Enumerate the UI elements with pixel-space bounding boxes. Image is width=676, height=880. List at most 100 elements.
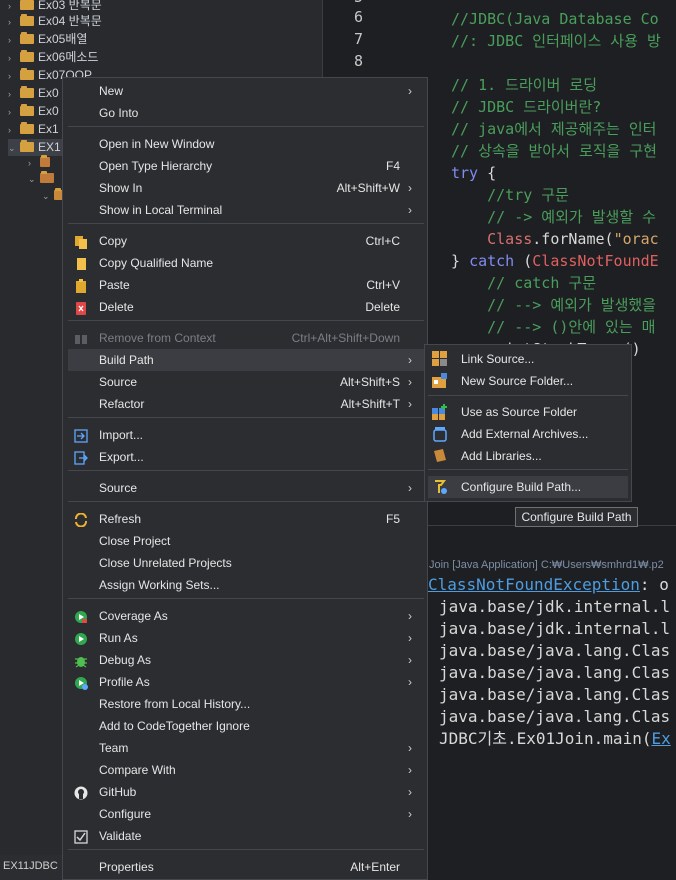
menu-item-open-type-hierarchy[interactable]: Open Type Hierarchy F4 [68,155,424,177]
console-text: java.base/java.lang.Clas [439,663,671,682]
tree-item[interactable]: › Ex05배열 [8,31,87,48]
link-source-icon [432,351,448,367]
project-folder-icon [20,68,34,80]
menu-item-configure[interactable]: Configure › [68,803,424,825]
menu-item-build-path[interactable]: Build Path › [68,349,424,371]
menu-item-paste[interactable]: Paste Ctrl+V [68,274,424,296]
copy-icon [74,234,88,249]
submenu-arrow-icon: › [408,397,412,411]
menu-item-label: Open Type Hierarchy [99,159,213,173]
console-link[interactable]: Ex [651,729,670,748]
console-line: ClassNotFoundException: o [428,575,669,595]
expand-arrow-icon[interactable]: › [8,32,20,49]
tree-item[interactable]: › Ex03 반복문 [8,0,102,14]
menu-item-show-in-local-terminal[interactable]: Show in Local Terminal › [68,199,424,221]
menu-item-team[interactable]: Team › [68,737,424,759]
menu-item-github[interactable]: GitHub › [68,781,424,803]
expand-arrow-icon[interactable]: › [8,86,20,103]
menu-item-run-as[interactable]: Run As › [68,627,424,649]
status-project-name: EX11JDBC [3,860,58,872]
menu-item-label: Source [99,375,138,389]
menu-item-close-project[interactable]: Close Project [68,530,424,552]
expand-arrow-icon[interactable]: › [8,50,20,67]
menu-item-label: Compare With [99,763,176,777]
menu-item-restore-from-local-history[interactable]: Restore from Local History... [68,693,424,715]
tree-subitem[interactable]: ⌄ [28,170,58,187]
tree-item[interactable]: › Ex0 [8,103,59,120]
menu-item-label: Assign Working Sets... [99,578,220,592]
menu-item-go-into[interactable]: Go Into [68,102,424,124]
validate-checkbox-icon [74,829,88,844]
build-path-submenu: Link Source... New Source Folder... Use as… [424,344,632,502]
menu-item-assign-working-sets[interactable]: Assign Working Sets... [68,574,424,596]
menu-item-refresh[interactable]: Refresh F5 [68,508,424,530]
submenu-arrow-icon: › [408,181,412,195]
menu-item-delete[interactable]: Delete Delete [68,296,424,318]
menu-item-refactor[interactable]: Refactor Alt+Shift+T › [68,393,424,415]
tree-item-label: Ex05배열 [38,32,88,46]
submenu-item-link-source[interactable]: Link Source... [428,348,628,370]
menu-item-copy-qualified-name[interactable]: Copy Qualified Name [68,252,424,274]
menu-item-source[interactable]: Source › [68,477,424,499]
code-token: try [451,164,479,182]
tree-item-label: Ex1 [38,122,59,136]
menu-item-copy[interactable]: Copy Ctrl+C [68,230,424,252]
console-line: JDBC기초.Ex01Join.main(Ex [439,729,671,749]
code-token: // -> 예외가 발생할 수 [451,208,656,226]
tree-item[interactable]: › Ex0 [8,85,59,102]
context-menu: New › Go Into Open in New Window Open Type H… [62,77,428,880]
expand-arrow-icon[interactable]: › [8,68,20,85]
run-icon-glyph [75,633,87,645]
menu-item-show-in[interactable]: Show In Alt+Shift+W › [68,177,424,199]
menu-item-open-in-new-window[interactable]: Open in New Window [68,133,424,155]
menu-item-label: New [99,84,124,98]
menu-item-debug-as[interactable]: Debug As › [68,649,424,671]
menu-item-coverage-as[interactable]: Coverage As › [68,605,424,627]
tree-item-label: Ex06메소드 [38,50,99,64]
console-line: java.base/java.lang.Clas [439,641,670,661]
submenu-item-add-external-archives[interactable]: Add External Archives... [428,423,628,445]
console-line: java.base/java.lang.Clas [439,685,670,705]
tree-item[interactable]: › Ex1 [8,121,59,138]
expand-arrow-icon[interactable]: › [8,104,20,121]
menu-item-source[interactable]: Source Alt+Shift+S › [68,371,424,393]
submenu-item-label: Add External Archives... [461,427,589,441]
submenu-item-configure-build-path[interactable]: Configure Build Path... [428,476,628,498]
submenu-arrow-icon: › [408,203,412,217]
code-token: // 상속을 받아서 로직을 구현 [451,142,657,160]
expand-arrow-icon[interactable]: › [8,122,20,139]
use-as-source-folder-icon [432,404,448,420]
menu-item-export[interactable]: Export... [68,446,424,468]
submenu-separator [428,395,628,396]
code-line: // -> 예외가 발생할 수 [451,207,656,227]
menu-item-new[interactable]: New › [68,80,424,102]
menu-item-label: Go Into [99,106,139,120]
tree-item[interactable]: › Ex06메소드 [8,49,98,66]
menu-shortcut: Alt+Shift+T [340,397,400,411]
run-icon [74,631,88,645]
expand-arrow-icon[interactable]: › [8,14,20,31]
submenu-item-label: New Source Folder... [461,374,574,388]
submenu-item-add-libraries[interactable]: Add Libraries... [428,445,628,467]
tooltip: Configure Build Path [515,507,638,527]
menu-item-compare-with[interactable]: Compare With › [68,759,424,781]
menu-item-import[interactable]: Import... [68,424,424,446]
submenu-arrow-icon: › [408,84,412,98]
menu-item-add-to-codetogether-ignore[interactable]: Add to CodeTogether Ignore [68,715,424,737]
submenu-item-use-as-source-folder[interactable]: Use as Source Folder [428,401,628,423]
tree-subitem[interactable]: › [28,154,54,171]
console-text: java.base/jdk.internal.l [439,619,671,638]
menu-item-properties[interactable]: Properties Alt+Enter [68,856,424,878]
submenu-item-new-source-folder[interactable]: New Source Folder... [428,370,628,392]
menu-item-profile-as[interactable]: Profile As › [68,671,424,693]
menu-item-label: Show In [99,181,143,195]
project-folder-icon [20,14,34,26]
tree-item[interactable]: › Ex04 반복문 [8,13,102,30]
menu-item-close-unrelated-projects[interactable]: Close Unrelated Projects [68,552,424,574]
console-link[interactable]: ClassNotFoundException [428,575,640,594]
console-view[interactable]: Join [Java Application] C:₩Users₩smhrd1₩… [425,525,676,880]
expand-arrow-icon[interactable]: ⌄ [8,140,20,157]
console-title: Join [Java Application] C:₩Users₩smhrd1₩… [429,559,664,571]
code-token: { [478,164,497,182]
menu-item-validate[interactable]: Validate [68,825,424,847]
